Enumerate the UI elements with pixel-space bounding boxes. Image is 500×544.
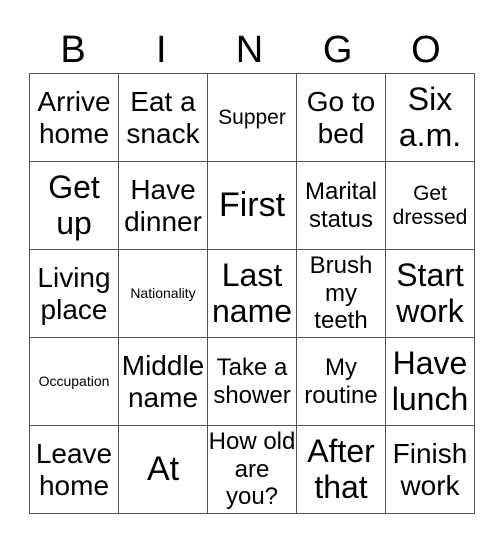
cell-label: Last name [211, 257, 293, 329]
bingo-cell[interactable]: Get dressed [385, 161, 475, 250]
header-letter-o: O [411, 29, 441, 71]
cell-label: Arrive home [37, 86, 111, 149]
cell-label: Brush my teeth [309, 252, 373, 335]
header-letter-n: N [235, 29, 264, 71]
bingo-cell[interactable]: First [207, 161, 297, 250]
header-letter-g: G [322, 29, 353, 71]
grid-row: Arrive home Eat a snack Supper Go to bed Six… [29, 73, 475, 162]
cell-label: Take a shower [213, 353, 291, 409]
bingo-cell[interactable]: After that [296, 425, 386, 514]
cell-label: Nationality [130, 284, 196, 301]
bingo-cell[interactable]: Marital status [296, 161, 386, 250]
cell-label: Finish work [392, 438, 468, 501]
cell-label: Have dinner [124, 174, 202, 237]
cell-label: Living place [37, 262, 111, 325]
bingo-header: B I N G O [29, 27, 470, 73]
cell-label: Occupation [38, 372, 110, 389]
cell-label: How old are you? [208, 428, 296, 511]
cell-label: At [146, 449, 180, 488]
bingo-cell[interactable]: Living place [29, 249, 119, 338]
bingo-cell[interactable]: At [118, 425, 208, 514]
bingo-cell[interactable]: Eat a snack [118, 73, 208, 162]
grid-row: Living place Nationality Last name Brush my… [29, 249, 475, 338]
cell-label: My routine [304, 353, 378, 409]
cell-label: Supper [218, 105, 286, 129]
bingo-cell[interactable]: Occupation [29, 337, 119, 426]
cell-label: Eat a snack [126, 86, 200, 149]
bingo-cell[interactable]: Leave home [29, 425, 119, 514]
cell-label: After that [307, 433, 375, 505]
bingo-cell[interactable]: Finish work [385, 425, 475, 514]
cell-label: First [218, 185, 286, 224]
cell-label: Have lunch [391, 345, 469, 417]
bingo-cell[interactable]: My routine [296, 337, 386, 426]
bingo-cell[interactable]: Go to bed [296, 73, 386, 162]
cell-label: Get up [48, 169, 100, 241]
grid-row: Leave home At How old are you? After that Fi… [29, 425, 475, 514]
bingo-cell[interactable]: Arrive home [29, 73, 119, 162]
bingo-cell[interactable]: Brush my teeth [296, 249, 386, 338]
grid-row: Occupation Middle name Take a shower My rou… [29, 337, 475, 426]
cell-label: Six a.m. [398, 81, 462, 153]
bingo-cell[interactable]: Have lunch [385, 337, 475, 426]
grid-row: Get up Have dinner First Marital status Get … [29, 161, 475, 250]
bingo-cell[interactable]: Take a shower [207, 337, 297, 426]
bingo-cell[interactable]: Have dinner [118, 161, 208, 250]
header-letter-b: B [60, 29, 86, 71]
cell-label: Go to bed [306, 86, 376, 149]
bingo-cell[interactable]: Last name [207, 249, 297, 338]
cell-label: Leave home [35, 438, 113, 501]
cell-label: Start work [396, 257, 464, 329]
cell-label: Marital status [304, 177, 377, 233]
bingo-cell[interactable]: Supper [207, 73, 297, 162]
bingo-cell[interactable]: Six a.m. [385, 73, 475, 162]
bingo-cell[interactable]: Middle name [118, 337, 208, 426]
bingo-cell[interactable]: How old are you? [207, 425, 297, 514]
bingo-grid: Arrive home Eat a snack Supper Go to bed Six… [29, 73, 475, 514]
cell-label: Middle name [121, 350, 205, 413]
bingo-cell[interactable]: Start work [385, 249, 475, 338]
bingo-cell[interactable]: Get up [29, 161, 119, 250]
header-letter-i: I [156, 29, 167, 71]
cell-label: Get dressed [392, 182, 468, 229]
bingo-cell[interactable]: Nationality [118, 249, 208, 338]
